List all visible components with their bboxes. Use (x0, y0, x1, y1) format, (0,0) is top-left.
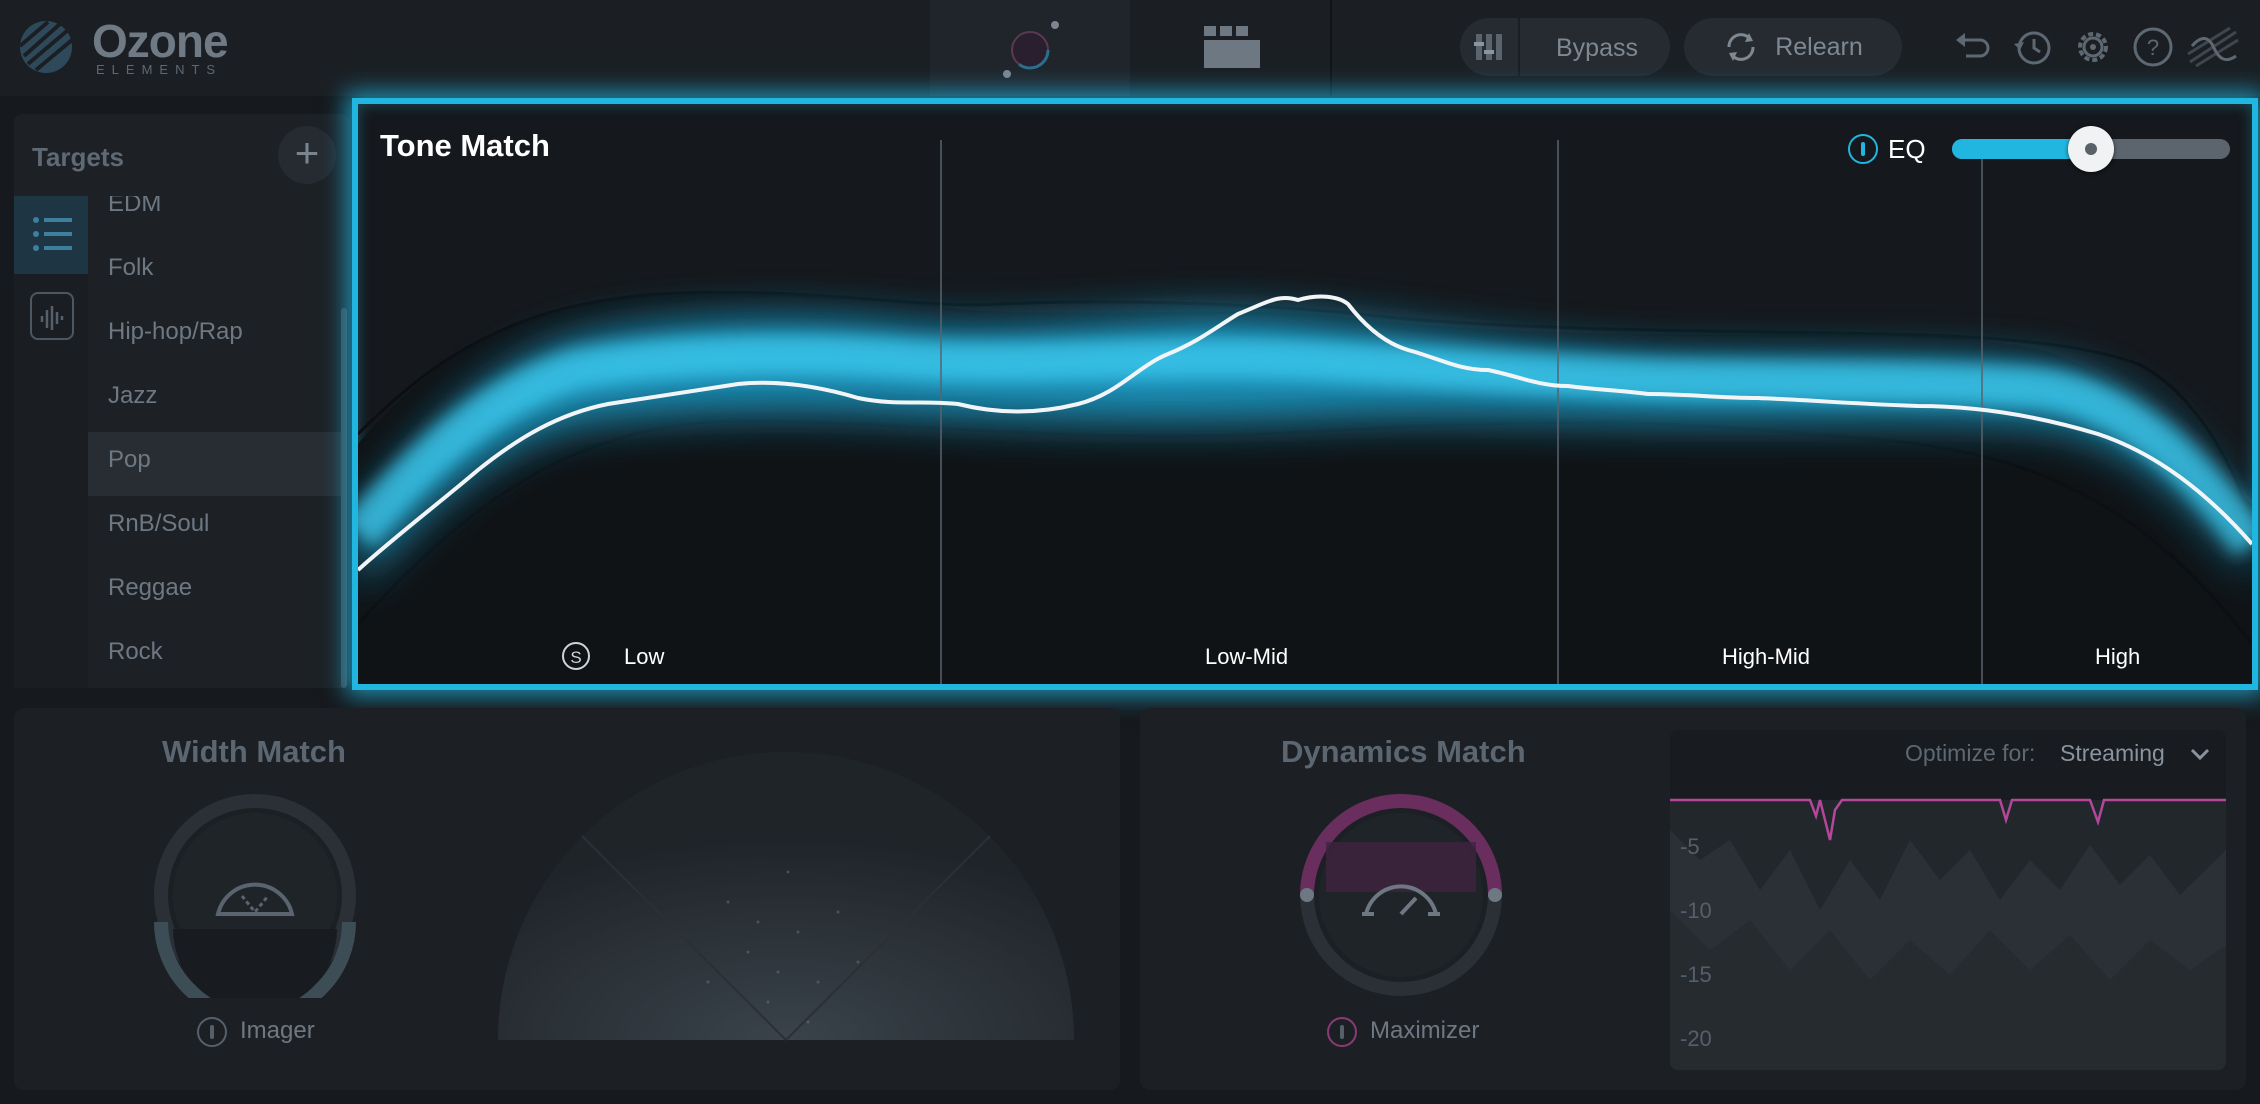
header-divider (1330, 0, 1332, 96)
band-label-low-mid: Low-Mid (1205, 644, 1289, 669)
eq-label: EQ (1888, 134, 1926, 164)
solo-button[interactable]: S (562, 642, 590, 670)
list-item[interactable]: Folk (88, 240, 342, 304)
db-tick: -20 (1680, 1026, 1712, 1051)
bypass-meter-icon (1460, 18, 1520, 76)
db-tick: -10 (1680, 898, 1712, 923)
dynamics-match-knob[interactable] (1296, 792, 1506, 998)
db-tick: -15 (1680, 962, 1712, 987)
gear-icon[interactable] (2072, 26, 2114, 68)
imager-power-icon[interactable] (197, 1017, 227, 1047)
imager-label: Imager (240, 1017, 315, 1044)
app-logo: Ozone (92, 15, 229, 67)
list-item-selected[interactable]: Pop (88, 432, 342, 496)
dynamics-match-title: Dynamics Match (1281, 734, 1526, 769)
optimize-for-dropdown[interactable]: Streaming (2060, 740, 2165, 767)
band-label-low: Low (624, 644, 665, 669)
plus-icon: + (294, 129, 320, 176)
bypass-label: Bypass (1556, 34, 1638, 62)
relearn-label: Relearn (1775, 32, 1863, 61)
dynamics-waveform (1670, 798, 2226, 1070)
reference-file-button[interactable] (30, 292, 74, 340)
undo-icon[interactable] (1952, 26, 1994, 68)
dynamics-graph (1670, 730, 2226, 1070)
tone-match-title: Tone Match (380, 128, 550, 163)
optimize-for-label: Optimize for: (1905, 740, 2036, 766)
app-logo-sub: ELEMENTS (96, 62, 223, 77)
bypass-button[interactable]: Bypass (1460, 18, 1670, 76)
tab-module-view[interactable] (1130, 0, 1330, 96)
db-tick: -5 (1680, 834, 1700, 859)
width-match-title: Width Match (162, 734, 346, 769)
band-label-high: High (2095, 644, 2141, 669)
eq-power-icon[interactable] (1848, 134, 1878, 164)
chevron-down-icon[interactable] (2190, 746, 2210, 762)
stereo-vectorscope (498, 752, 1074, 1041)
targets-title: Targets (32, 142, 124, 172)
refresh-icon (1727, 33, 1755, 61)
modules-grid-icon (1204, 26, 1260, 68)
assistant-orb-icon (1003, 21, 1059, 78)
list-icon (33, 217, 72, 251)
tab-assistant-view[interactable] (930, 0, 1130, 96)
svg-text:?: ? (2147, 35, 2159, 60)
plugin-signal-icon (2187, 26, 2239, 68)
audio-file-icon (40, 306, 64, 330)
targets-scrollbar[interactable] (341, 308, 347, 688)
targets-list: EDM Folk Hip-hop/Rap Jazz Pop RnB/Soul R… (88, 196, 342, 688)
list-item[interactable]: EDM (88, 196, 342, 240)
eq-amount-handle[interactable] (2068, 126, 2114, 172)
list-item[interactable]: Rock (88, 624, 342, 688)
maximizer-label: Maximizer (1370, 1017, 1480, 1044)
list-view-button[interactable] (14, 196, 88, 274)
help-icon[interactable]: ? (2132, 26, 2174, 68)
ozone-logo-icon (18, 20, 74, 73)
list-item[interactable]: Jazz (88, 368, 342, 432)
list-item[interactable]: RnB/Soul (88, 496, 342, 560)
tone-match-curve-display (358, 140, 2252, 684)
history-icon[interactable] (2012, 26, 2054, 68)
band-label-high-mid: High-Mid (1722, 644, 1811, 669)
width-match-knob[interactable] (152, 792, 358, 998)
list-item[interactable]: Reggae (88, 560, 342, 624)
relearn-button[interactable]: Relearn (1684, 18, 1902, 76)
list-item[interactable]: Hip-hop/Rap (88, 304, 342, 368)
add-target-button[interactable]: + (278, 126, 336, 184)
maximizer-power-icon[interactable] (1327, 1017, 1357, 1047)
